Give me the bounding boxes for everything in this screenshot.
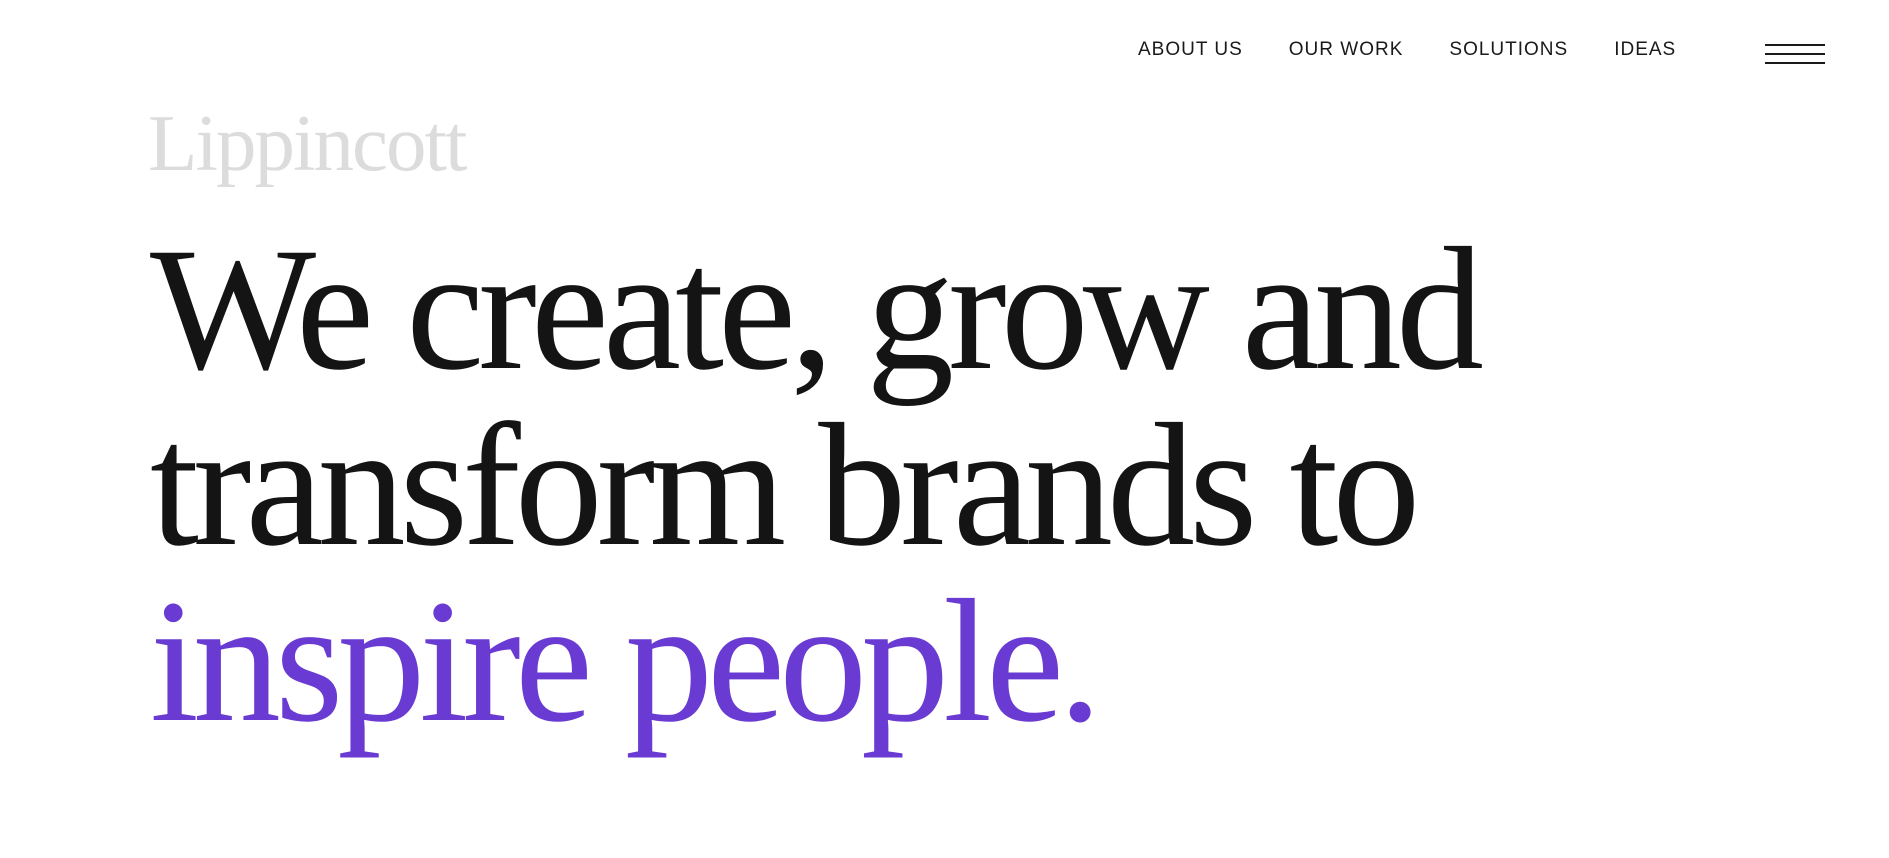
menu-bar xyxy=(1765,44,1825,46)
hero-line-3-accent: inspire people. xyxy=(150,564,1102,759)
brand-logo[interactable]: Lippincott xyxy=(148,103,467,184)
menu-bar xyxy=(1765,53,1825,55)
hero-headline: We create, grow and transform brands to … xyxy=(150,212,1484,759)
nav-about-us[interactable]: ABOUT US xyxy=(1138,40,1243,59)
hero-line-1: We create, grow and xyxy=(150,212,1484,407)
menu-bar xyxy=(1765,62,1825,64)
nav-solutions[interactable]: SOLUTIONS xyxy=(1449,40,1568,59)
hamburger-menu-icon[interactable] xyxy=(1765,44,1825,68)
hero-line-2: transform brands to xyxy=(150,388,1420,583)
top-navigation: ABOUT US OUR WORK SOLUTIONS IDEAS xyxy=(1138,40,1676,59)
nav-our-work[interactable]: OUR WORK xyxy=(1289,40,1404,59)
nav-ideas[interactable]: IDEAS xyxy=(1614,40,1676,59)
